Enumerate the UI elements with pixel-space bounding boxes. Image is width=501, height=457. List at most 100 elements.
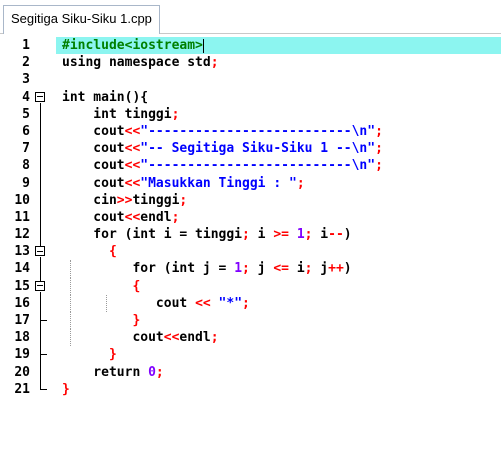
code-line[interactable]: 19 } — [0, 346, 501, 364]
code-token: int main(){ — [62, 89, 149, 105]
code-token: "--------------------------\n" — [140, 123, 376, 139]
line-number: 13 — [14, 244, 30, 260]
code-line[interactable]: 18 cout<<endl; — [0, 329, 501, 347]
line-number: 3 — [22, 72, 30, 88]
fold-collapse-icon[interactable] — [35, 246, 45, 257]
fold-collapse-icon[interactable] — [35, 91, 45, 102]
fold-line — [40, 243, 41, 247]
gutter-cell: 5 — [0, 105, 56, 123]
code-token: ++ — [328, 261, 344, 277]
fold-line — [40, 122, 41, 141]
line-number: 18 — [14, 330, 30, 346]
code-token: "*" — [218, 295, 243, 311]
text-caret — [202, 38, 204, 53]
code-text: { — [62, 278, 140, 295]
line-number: 10 — [14, 192, 30, 208]
fold-line — [40, 157, 41, 175]
code-line[interactable]: 15 { — [0, 277, 501, 295]
code-line[interactable]: 7 cout<<"-- Segitiga Siku-Siku 1 --\n"; — [0, 140, 501, 158]
code-token: for (int j = — [62, 261, 235, 277]
code-token: cout — [62, 141, 125, 157]
code-token: -- — [328, 227, 344, 243]
fold-line — [40, 105, 41, 123]
code-token: j — [257, 261, 274, 277]
fold-line — [40, 346, 41, 364]
code-token: 1 — [234, 261, 243, 277]
code-token: using namespace std — [62, 55, 211, 71]
code-token: ; — [242, 261, 258, 277]
code-line[interactable]: 21} — [0, 380, 501, 398]
gutter-cell: 9 — [0, 174, 56, 192]
line-number: 6 — [22, 123, 30, 139]
code-token: cout — [62, 330, 164, 346]
code-line[interactable]: 13 { — [0, 243, 501, 261]
code-token: i — [320, 227, 329, 243]
code-token: ; — [242, 295, 250, 311]
code-token: >= — [273, 227, 297, 243]
fold-end-marker — [40, 346, 47, 356]
code-line[interactable]: 8 cout<<"--------------------------\n"; — [0, 157, 501, 175]
gutter-cell: 12 — [0, 226, 56, 244]
code-line[interactable]: 14 for (int j = 1; j <= i; j++) — [0, 260, 501, 278]
code-line[interactable]: 6 cout<<"--------------------------\n"; — [0, 122, 501, 141]
tab-bar: Segitiga Siku-Siku 1.cpp — [0, 0, 501, 34]
code-lines[interactable]: 1 #include<iostream> 2 using namespace std;… — [0, 37, 501, 398]
code-token: j — [320, 261, 329, 277]
code-text: for (int i = tinggi; i >= 1; i--) — [62, 226, 351, 243]
code-token: ; — [210, 330, 219, 346]
code-token: << — [195, 295, 219, 311]
code-line[interactable]: 20 return 0; — [0, 363, 501, 381]
fold-line — [40, 294, 41, 312]
code-line[interactable]: 1 #include<iostream> — [0, 37, 501, 55]
code-token: ; — [375, 158, 383, 174]
code-line[interactable]: 11 cout<<endl; — [0, 208, 501, 227]
code-token: ) — [343, 261, 352, 277]
file-tab[interactable]: Segitiga Siku-Siku 1.cpp — [3, 5, 160, 34]
code-token: >> — [116, 192, 133, 208]
code-token: i — [257, 227, 274, 243]
code-editor[interactable]: 1 #include<iostream> 2 using namespace std;… — [0, 34, 501, 457]
code-line[interactable]: 2 using namespace std; — [0, 54, 501, 71]
gutter-cell: 2 — [0, 54, 56, 71]
code-line[interactable]: 16 cout << "*"; — [0, 294, 501, 312]
line-number: 1 — [22, 38, 30, 53]
code-token: endl — [179, 330, 211, 346]
code-token: "--------------------------\n" — [140, 158, 376, 174]
code-token: } — [62, 347, 117, 363]
code-token: cout — [62, 175, 125, 191]
code-token: 1 — [296, 227, 305, 243]
code-text: int main(){ — [62, 89, 148, 106]
fold-collapse-icon[interactable] — [35, 280, 45, 291]
fold-line — [40, 329, 41, 347]
gutter-cell: 3 — [0, 71, 56, 88]
code-token: << — [124, 209, 141, 225]
code-token: ; — [304, 227, 321, 243]
code-line[interactable]: 9 cout<<"Masukkan Tinggi : "; — [0, 174, 501, 192]
line-number: 9 — [22, 175, 30, 191]
code-text: using namespace std; — [62, 54, 219, 71]
code-token: i — [296, 261, 305, 277]
code-token: ; — [179, 192, 188, 208]
code-line[interactable]: 10 cin>>tinggi; — [0, 191, 501, 209]
gutter-cell: 11 — [0, 208, 56, 227]
code-line[interactable]: 3 — [0, 71, 501, 88]
code-token: ; — [171, 209, 180, 225]
code-text: cout<<endl; — [62, 329, 219, 346]
code-token: } — [62, 381, 70, 397]
code-text: } — [62, 346, 117, 363]
fold-line — [40, 363, 41, 381]
fold-line — [40, 226, 41, 244]
code-line[interactable]: 5 int tinggi; — [0, 105, 501, 123]
fold-line — [40, 312, 41, 330]
code-line[interactable]: 12 for (int i = tinggi; i >= 1; i--) — [0, 226, 501, 244]
code-token: for (int i = tinggi — [62, 227, 243, 243]
code-token: << — [124, 158, 141, 174]
code-text: #include<iostream> — [62, 37, 204, 54]
code-token: endl — [140, 209, 172, 225]
code-line[interactable]: 17 } — [0, 312, 501, 330]
code-token: int tinggi — [62, 106, 172, 122]
fold-line — [40, 277, 41, 281]
code-token: ; — [375, 123, 383, 139]
code-token: } — [62, 313, 141, 328]
code-line[interactable]: 4 int main(){ — [0, 89, 501, 106]
